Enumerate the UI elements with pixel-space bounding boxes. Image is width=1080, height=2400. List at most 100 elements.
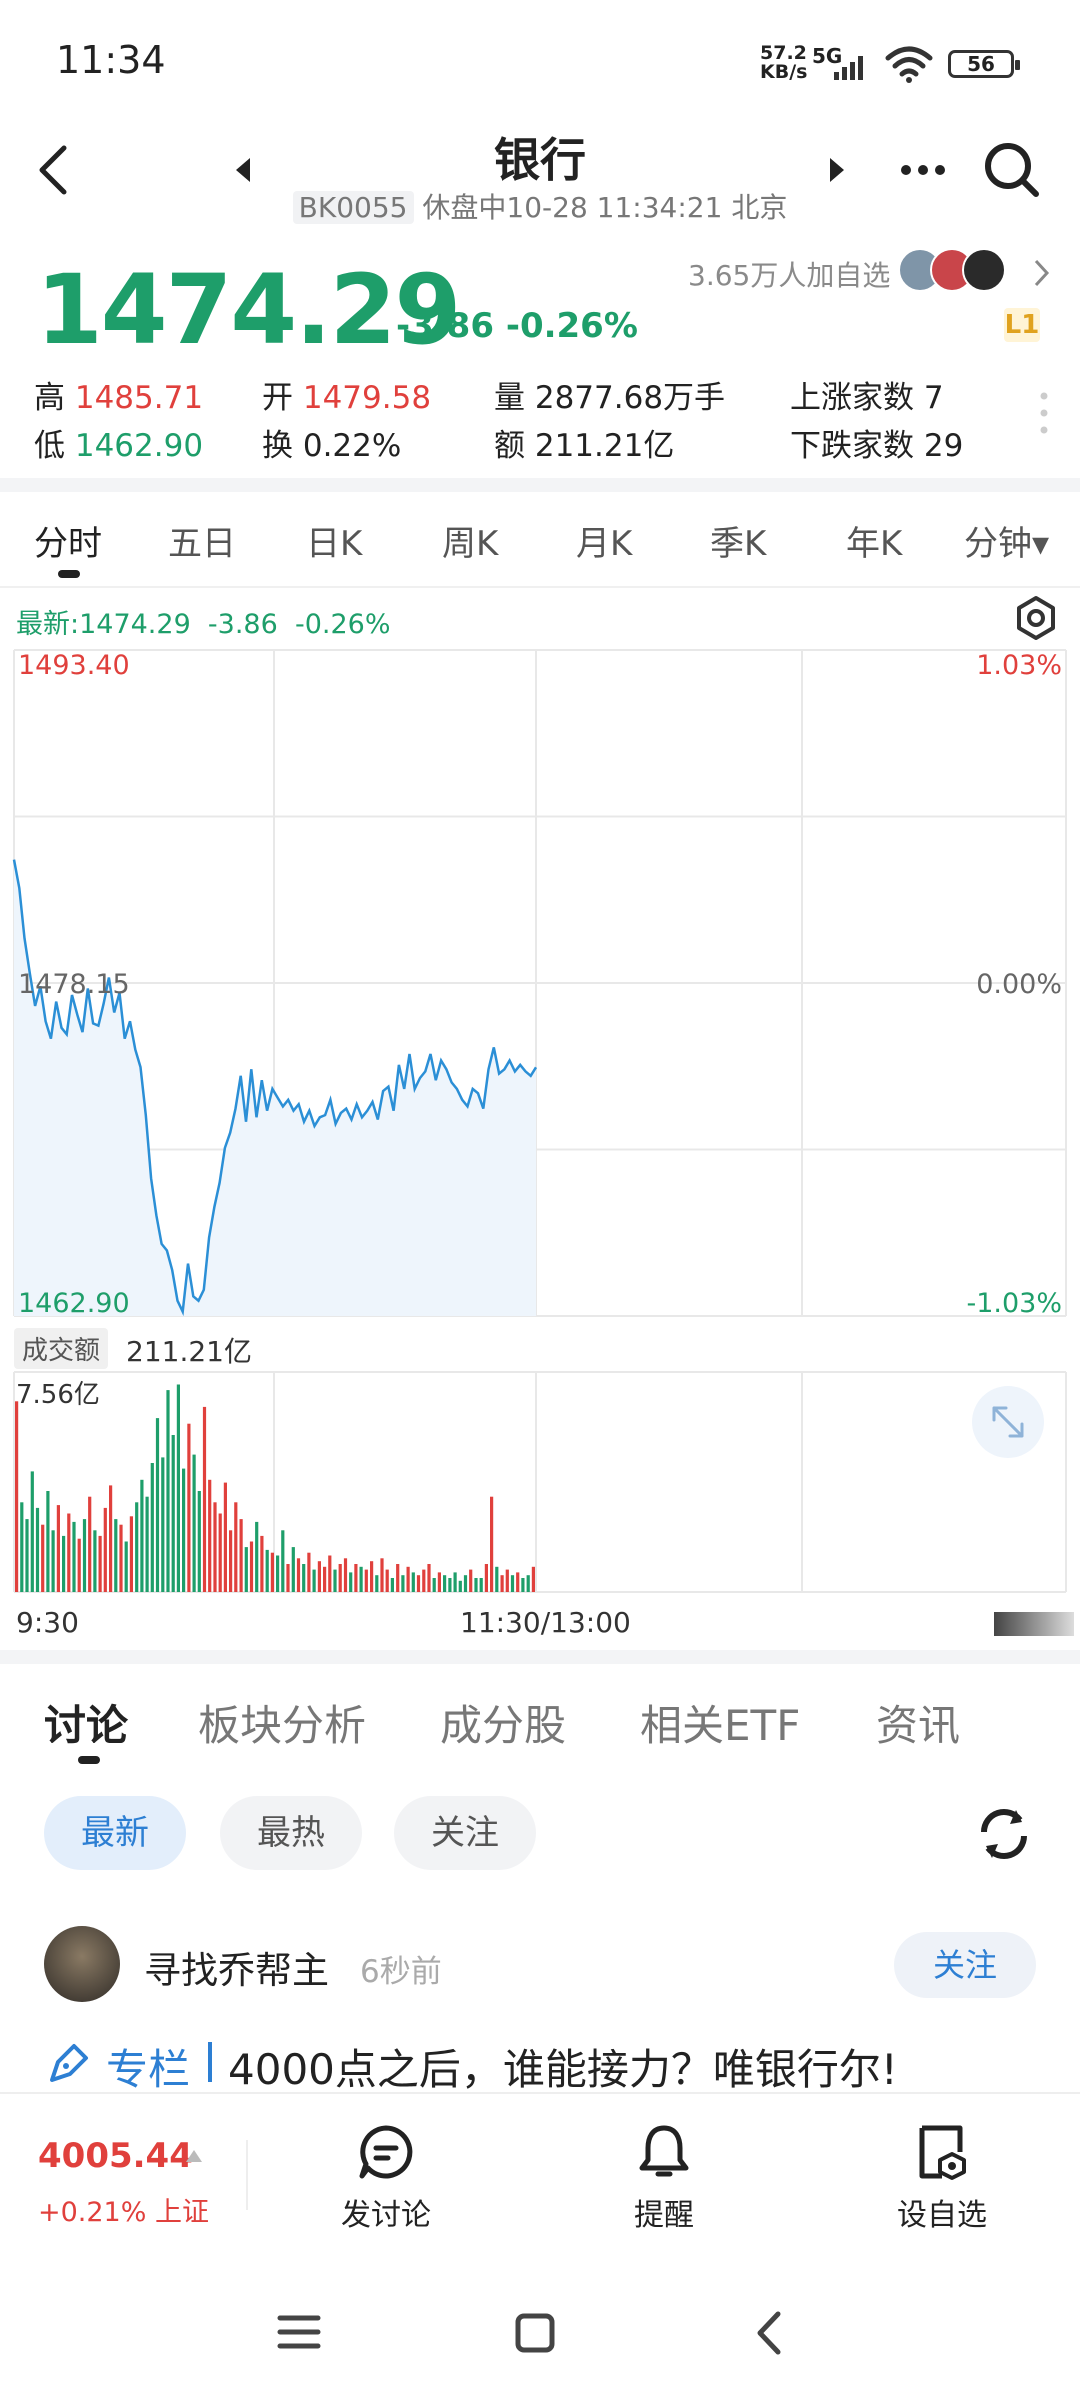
expand-chart-button[interactable] (972, 1386, 1044, 1458)
watchlist-followers[interactable]: 3.65万人加自选 (688, 254, 890, 294)
time-end-blurred (994, 1612, 1074, 1636)
volume-bar (192, 1454, 196, 1592)
remind-label[interactable]: 提醒 (594, 2190, 734, 2234)
volume-bar (484, 1564, 488, 1592)
chart-tab[interactable]: 季K (710, 516, 766, 565)
more-stats-icon[interactable] (1036, 390, 1052, 440)
watchlist-label[interactable]: 设自选 (872, 2190, 1012, 2234)
chart-tab[interactable]: 日K (306, 516, 362, 565)
search-icon[interactable] (982, 140, 1042, 200)
volume-bar (291, 1547, 295, 1592)
menu-nav-icon[interactable] (276, 2312, 322, 2352)
chart-tab[interactable]: 周K (442, 516, 498, 565)
content-tab[interactable]: 板块分析 (198, 1692, 366, 1753)
volume-bar (333, 1569, 337, 1592)
time-mid: 11:30/13:00 (460, 1606, 631, 1639)
discuss-label[interactable]: 发讨论 (316, 2190, 456, 2234)
add-watchlist-icon[interactable] (912, 2122, 972, 2182)
price-change-value: -3.86 (396, 306, 494, 346)
chart-tab[interactable]: 年K (846, 516, 902, 565)
volume-bar (510, 1575, 515, 1592)
filter-pill[interactable]: 最热 (220, 1796, 362, 1870)
chart-tab[interactable]: 分时 (34, 516, 102, 565)
volume-bar (401, 1575, 405, 1592)
stat-volume-value: 2877.68万手 (534, 380, 726, 416)
chevron-right-icon[interactable] (1032, 258, 1052, 288)
volume-bar (155, 1418, 160, 1592)
back-nav-icon[interactable] (752, 2310, 786, 2356)
status-time: 11:34 (56, 38, 166, 82)
sector-code: BK0055 (292, 191, 414, 224)
volume-bar (51, 1530, 55, 1592)
level-badge[interactable]: L1 (1004, 308, 1040, 342)
content-tab[interactable]: 相关ETF (640, 1692, 800, 1753)
content-tab[interactable]: 成分股 (440, 1692, 566, 1753)
more-icon[interactable] (898, 160, 948, 180)
volume-bar (437, 1572, 441, 1592)
volume-bar (307, 1552, 311, 1592)
volume-bar (349, 1572, 353, 1592)
signal-icon (834, 56, 863, 80)
stat-down-count-label: 下跌家数 (790, 428, 914, 464)
section-divider (0, 478, 1080, 492)
volume-bar (390, 1578, 394, 1592)
index-value[interactable]: 4005.44 (38, 2136, 193, 2176)
home-nav-icon[interactable] (514, 2312, 556, 2354)
volume-bar (375, 1575, 379, 1592)
stat-high: 高 1485.71 (34, 372, 203, 417)
volume-bar (30, 1471, 34, 1592)
chart-tab[interactable]: 五日 (168, 516, 236, 565)
filter-pill[interactable]: 最新 (44, 1796, 186, 1870)
volume-bar (114, 1519, 118, 1592)
bell-icon[interactable] (634, 2122, 694, 2182)
follower-avatars[interactable] (898, 246, 1018, 296)
volume-bar (197, 1491, 201, 1592)
chart-tab-indicator (58, 570, 80, 578)
divider (246, 2140, 248, 2210)
volume-bar (15, 1401, 19, 1592)
volume-bar (182, 1468, 186, 1592)
next-stock-icon[interactable] (826, 156, 848, 184)
volume-bar (463, 1575, 468, 1592)
author-avatar[interactable] (44, 1926, 120, 2002)
refresh-icon[interactable] (972, 1802, 1036, 1866)
y-tick-label-pct: -1.03% (966, 1288, 1062, 1319)
post-author[interactable]: 寻找乔帮主 (144, 1940, 329, 1994)
volume-bar (317, 1561, 321, 1592)
stat-amount-value: 211.21亿 (534, 428, 675, 464)
volume-tag: 成交额 (14, 1328, 109, 1369)
time-start: 9:30 (16, 1606, 79, 1639)
index-change[interactable]: +0.21% 上证 (38, 2190, 209, 2229)
chart-tab[interactable]: 月K (576, 516, 632, 565)
discuss-icon[interactable] (356, 2122, 416, 2182)
stat-high-label: 高 (34, 380, 65, 416)
volume-bar (41, 1524, 45, 1592)
index-name: 上证 (155, 2197, 209, 2228)
volume-bar (296, 1558, 301, 1592)
battery-indicator: 56 (948, 50, 1020, 78)
chart-tab[interactable]: 分钟▾ (964, 516, 1049, 565)
column-tag: 专栏 (106, 2045, 191, 2094)
volume-bar (129, 1516, 133, 1592)
volume-bar (229, 1530, 233, 1592)
section-divider (0, 1650, 1080, 1664)
follow-button[interactable]: 关注 (894, 1932, 1036, 1998)
volume-bar (46, 1491, 50, 1592)
post-title[interactable]: 4000点之后，谁能接力？唯银行尔! (228, 2036, 898, 2097)
volume-bar (416, 1575, 421, 1592)
volume-bar (370, 1561, 374, 1592)
volume-bar (249, 1541, 254, 1592)
stat-low: 低 1462.90 (34, 420, 203, 465)
volume-bar (458, 1580, 462, 1592)
volume-bar (88, 1496, 92, 1592)
intraday-chart[interactable]: 1493.40 1478.15 1462.90 1.03% 0.00% -1.03% (0, 590, 1080, 1650)
content-tab[interactable]: 资讯 (876, 1692, 960, 1753)
content-tab[interactable]: 讨论 (44, 1692, 128, 1753)
filter-pill[interactable]: 关注 (394, 1796, 536, 1870)
stat-turnover-label: 换 (262, 428, 293, 464)
volume-bar (500, 1575, 504, 1592)
volume-bar (77, 1538, 81, 1592)
volume-bar (25, 1519, 29, 1592)
volume-bar (62, 1535, 66, 1592)
volume-bar (208, 1479, 212, 1592)
